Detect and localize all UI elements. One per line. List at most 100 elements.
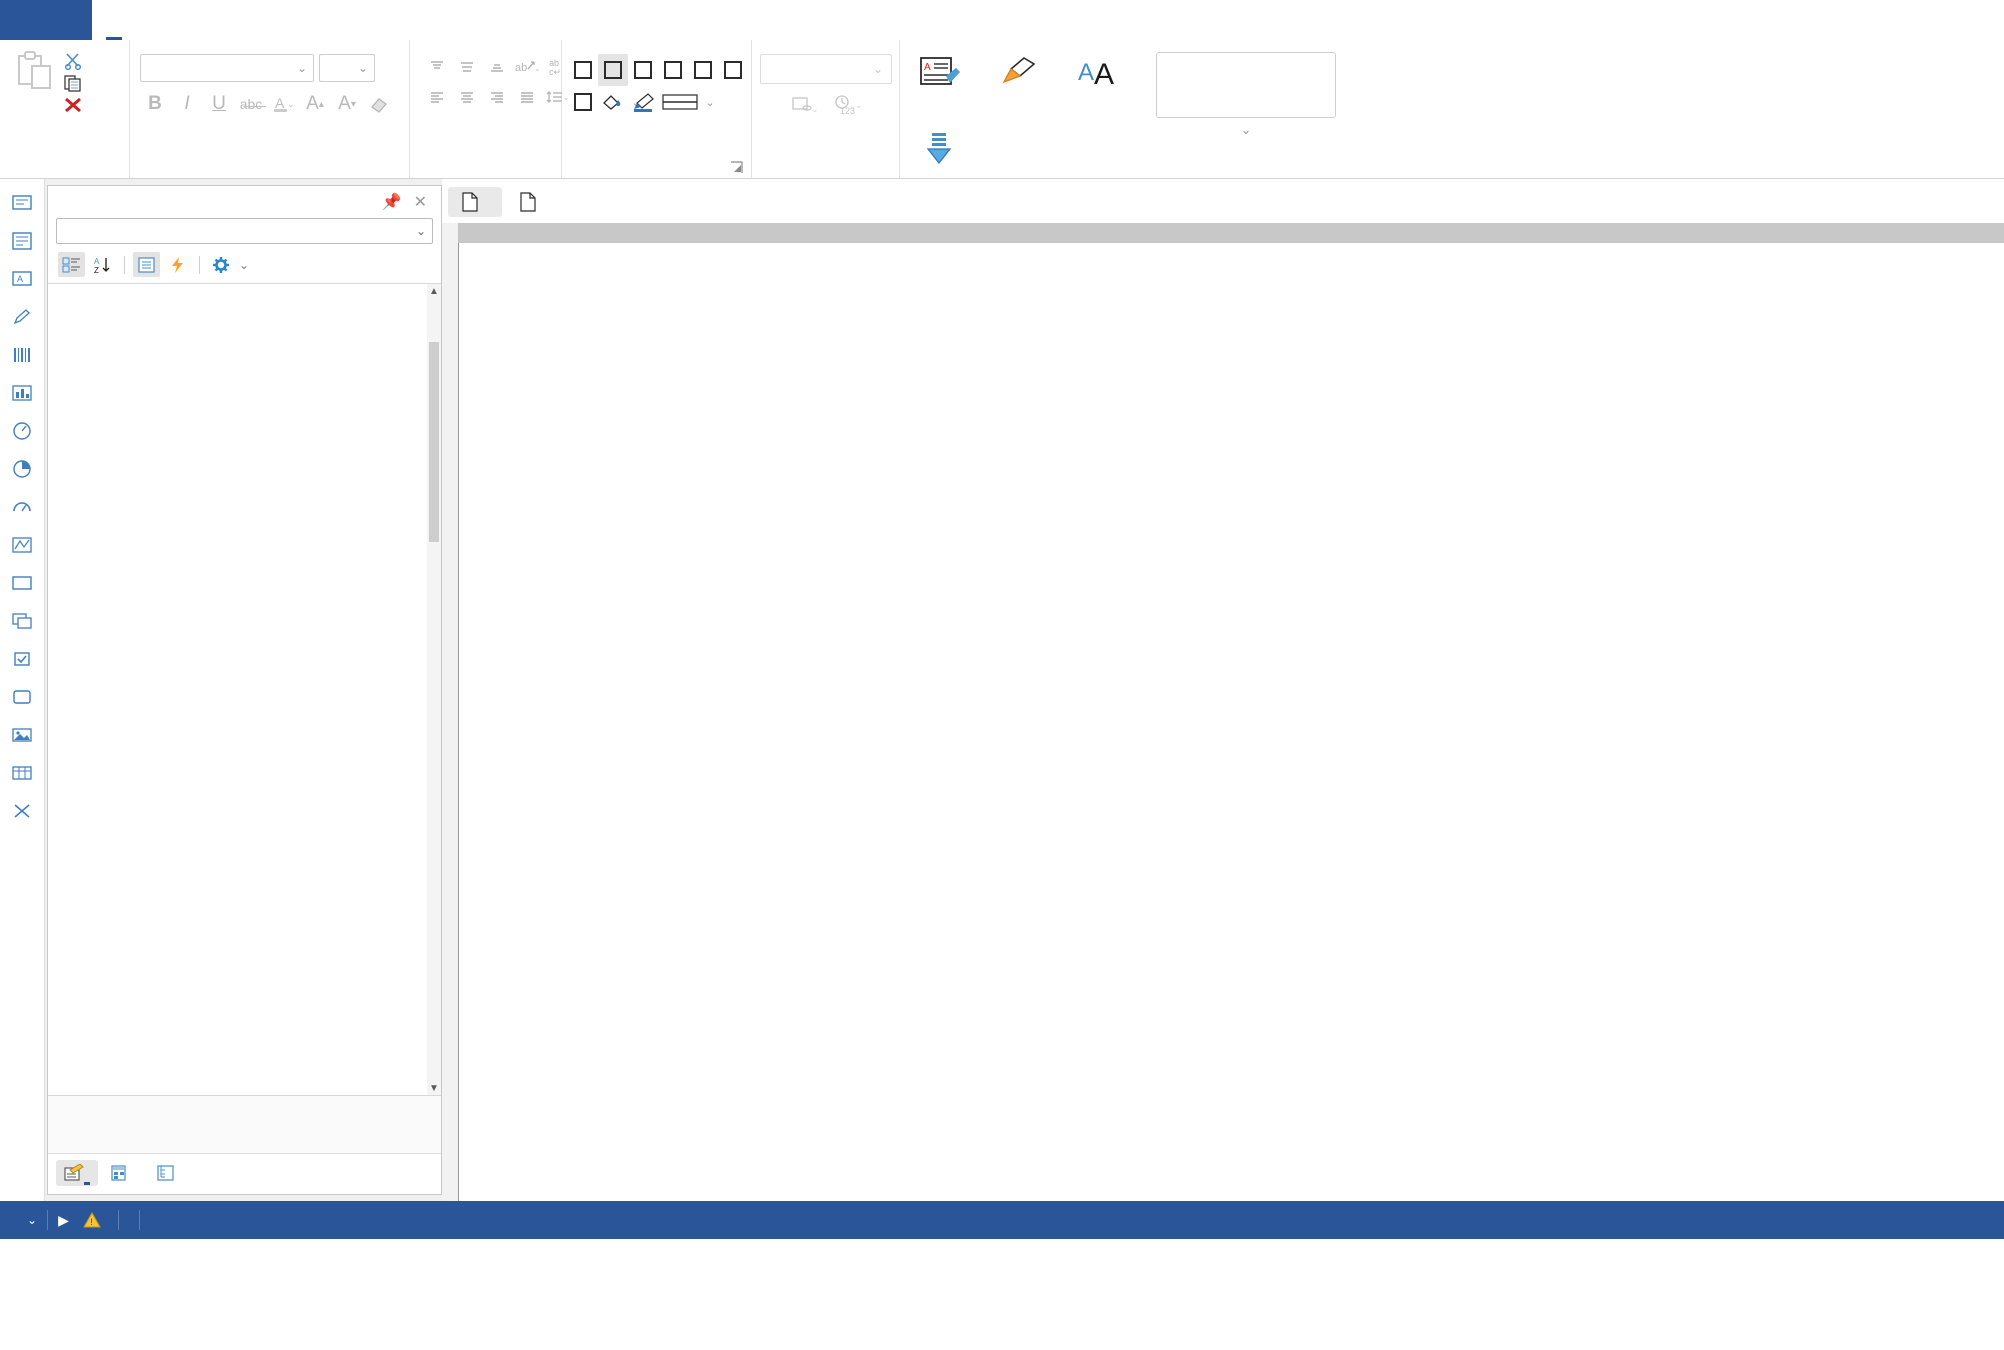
- events-button[interactable]: [164, 252, 191, 277]
- border-left-icon: [634, 61, 652, 79]
- categorized-icon: [62, 257, 80, 272]
- report-page[interactable]: [458, 243, 2004, 1201]
- font-color-button[interactable]: A ⌄: [268, 90, 298, 118]
- cut-button[interactable]: [64, 52, 89, 70]
- panel-component-icon[interactable]: [8, 569, 36, 597]
- tab-insert[interactable]: [136, 0, 180, 40]
- align-right-button[interactable]: [482, 82, 512, 112]
- tab-properties[interactable]: [56, 1160, 98, 1186]
- alphabetical-sort-button[interactable]: A Z: [89, 252, 116, 277]
- tab-preview[interactable]: [268, 0, 312, 40]
- style-designer-icon: A A: [1078, 58, 1114, 91]
- doc-tab-subreport[interactable]: [506, 187, 560, 217]
- delete-button[interactable]: [64, 96, 89, 114]
- align-top-button[interactable]: [422, 52, 452, 82]
- copy-style-button[interactable]: [982, 46, 1060, 114]
- align-justify-button[interactable]: [512, 82, 542, 112]
- alignment-group-label: [410, 172, 561, 178]
- settings-button[interactable]: [208, 252, 235, 277]
- check-issues-button[interactable]: ▶ !: [48, 1211, 118, 1229]
- text-rotation-button[interactable]: ab ⌄: [512, 52, 542, 82]
- underline-button[interactable]: U: [204, 90, 234, 118]
- border-outline-button[interactable]: [568, 86, 598, 118]
- close-icon[interactable]: ✕: [408, 192, 433, 212]
- tab-file[interactable]: [0, 0, 92, 40]
- pen-tool-icon[interactable]: [8, 303, 36, 331]
- font-size-input[interactable]: ⌄: [319, 54, 375, 82]
- text-format-select[interactable]: ⌄: [760, 54, 892, 84]
- bold-button[interactable]: B: [140, 90, 170, 118]
- align-center-button[interactable]: [452, 82, 482, 112]
- select-style-combo[interactable]: [1156, 52, 1336, 118]
- clipboard-group-label: [0, 172, 129, 178]
- chevron-down-icon[interactable]: ⌄: [239, 258, 249, 272]
- ribbon-group-clipboard: [0, 40, 130, 178]
- conditions-button[interactable]: A: [900, 46, 978, 103]
- speedometer-icon[interactable]: [8, 493, 36, 521]
- currency-format-icon: ⌄: [791, 97, 818, 114]
- richtext-component-icon[interactable]: [8, 227, 36, 255]
- tab-layout[interactable]: [224, 0, 268, 40]
- borders-dialog-launcher[interactable]: [730, 161, 743, 174]
- border-all-button[interactable]: [568, 54, 598, 86]
- property-grid-scrollbar[interactable]: ▲ ▼: [427, 284, 441, 1095]
- fill-bucket-icon: [603, 95, 621, 110]
- font-name-input[interactable]: ⌄: [140, 54, 314, 82]
- clear-formatting-button[interactable]: [364, 90, 394, 118]
- align-bottom-button[interactable]: [482, 52, 512, 82]
- properties-view-button[interactable]: [133, 252, 160, 277]
- border-right-button[interactable]: [658, 54, 688, 86]
- align-middle-button[interactable]: [452, 52, 482, 82]
- pin-icon[interactable]: 📌: [376, 192, 408, 212]
- doc-tab-main-report[interactable]: [448, 187, 502, 217]
- chart-component-icon[interactable]: [8, 379, 36, 407]
- pie-chart-icon[interactable]: [8, 455, 36, 483]
- italic-button[interactable]: I: [172, 90, 202, 118]
- border-style-icon: [662, 94, 698, 110]
- font-group-label: [130, 172, 409, 178]
- copy-button[interactable]: [64, 74, 89, 92]
- border-none-button[interactable]: [598, 54, 628, 86]
- borders-group-label: [562, 161, 751, 178]
- barcode-icon[interactable]: [8, 341, 36, 369]
- increase-font-size-button[interactable]: A ▴: [300, 90, 330, 118]
- shape-component-icon[interactable]: [8, 683, 36, 711]
- tab-home[interactable]: [92, 0, 136, 40]
- decrease-font-size-button[interactable]: A ▾: [332, 90, 362, 118]
- tab-page[interactable]: [180, 0, 224, 40]
- border-style-button[interactable]: ⌄: [658, 86, 718, 118]
- chevron-down-icon: ⌄: [872, 62, 883, 76]
- checkbox-component-icon[interactable]: [8, 645, 36, 673]
- document-tab-bar: [442, 179, 2004, 223]
- clone-container-icon[interactable]: [8, 607, 36, 635]
- panel-tab-bar: [48, 1153, 441, 1194]
- tab-report-tree[interactable]: [148, 1160, 190, 1186]
- tab-dictionary[interactable]: [102, 1160, 144, 1186]
- style-designer-button[interactable]: A A: [1060, 46, 1138, 114]
- select-style-expand[interactable]: ⌄: [1156, 122, 1336, 138]
- table-component-icon[interactable]: [8, 759, 36, 787]
- cross-tab-icon[interactable]: [8, 797, 36, 825]
- border-left-button[interactable]: [628, 54, 658, 86]
- image-component-icon[interactable]: [8, 721, 36, 749]
- border-top-button[interactable]: [688, 54, 718, 86]
- categorized-view-button[interactable]: [58, 252, 85, 277]
- align-left-button[interactable]: [422, 82, 452, 112]
- format-currency-button[interactable]: ⌄: [791, 94, 818, 121]
- strikethrough-button[interactable]: a̶b̶c̶: [236, 90, 266, 118]
- units-indicator[interactable]: ⌄: [10, 1213, 47, 1227]
- interaction-button[interactable]: [900, 121, 978, 178]
- gauge-icon[interactable]: [8, 417, 36, 445]
- format-datetime-button[interactable]: 123 ⌄: [833, 94, 862, 121]
- scroll-down-icon[interactable]: ▼: [427, 1081, 441, 1095]
- sort-az-icon: A Z: [94, 257, 110, 274]
- object-selector[interactable]: ⌄: [56, 218, 433, 244]
- scrollbar-thumb[interactable]: [429, 342, 439, 542]
- status-bar: ⌄ ▶ !: [0, 1201, 2004, 1239]
- border-bottom-button[interactable]: [718, 54, 748, 86]
- text-component-icon[interactable]: [8, 189, 36, 217]
- system-text-icon[interactable]: A: [8, 265, 36, 293]
- map-component-icon[interactable]: [8, 531, 36, 559]
- scroll-up-icon[interactable]: ▲: [427, 284, 441, 298]
- paste-button[interactable]: [8, 46, 64, 172]
